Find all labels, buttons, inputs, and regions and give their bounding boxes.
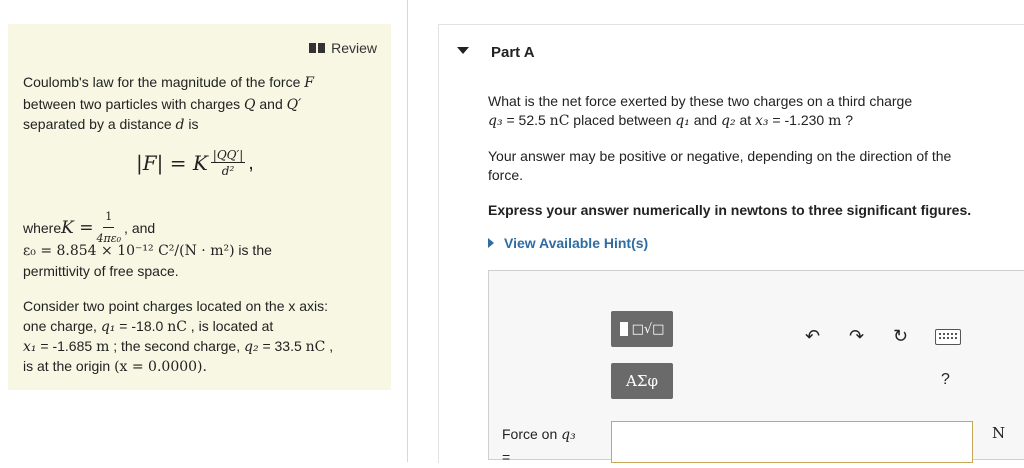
epsilon-line: ε₀ = 8.854 × 10⁻¹² C²/(N · m²) is the [23,240,272,261]
consider-line-2: one charge, q₁ = -18.0 nC , is located a… [23,316,273,337]
review-panel: Review Coulomb's law for the magnitude o… [8,24,391,390]
unit-nc: nC [549,113,570,129]
q1-symbol: q₁ [675,113,690,129]
redo-icon[interactable]: ↷ [849,326,864,347]
unit-nc: nC [167,319,187,335]
help-icon[interactable]: ? [941,371,950,389]
consider-text: , is located at [186,318,274,334]
distance-symbol: d [175,117,185,133]
consider-line-3: x₁ = -1.685 m ; the second charge, q₂ = … [23,336,333,357]
question-text: = -1.230 [768,112,829,128]
question-panel: Part A What is the net force exerted by … [438,24,1024,465]
k-numerator: 1 [103,207,115,228]
intro-text: and [255,96,287,112]
intro-line-3: separated by a distance d is [23,114,199,135]
book-icon [309,43,326,53]
formula-numerator: |QQ′| [210,148,246,163]
template-block-icon [619,322,628,336]
note-line-1: Your answer may be positive or negative,… [488,148,952,164]
coulomb-formula: |F| = K |QQ′| d² , [136,148,254,178]
templates-button[interactable]: □√□ [611,311,673,347]
consider-line-4: is at the origin (x = 0.0000). [23,356,207,377]
collapse-triangle-icon[interactable] [457,47,469,54]
q2-symbol: q₂ [720,113,736,129]
unit-m: m [96,339,110,355]
unit-label: N [992,424,1006,442]
keyboard-icon[interactable] [935,329,961,345]
view-hints-label: View Available Hint(s) [504,235,649,251]
charge-q-prime-symbol: Q′ [286,97,302,113]
unit-m: m [828,113,842,129]
intro-line-2: between two particles with charges Q and… [23,94,301,115]
question-text: placed between [569,112,676,128]
charge-q-symbol: Q [244,97,256,113]
answer-box: □√□ ΑΣφ ↶ ↷ ↻ ? Force on q₃ = N [488,270,1024,465]
question-text: at [735,112,756,128]
part-header[interactable]: Part A [439,25,1024,79]
question-line-1: What is the net force exerted by these t… [488,93,913,109]
view-hints-link[interactable]: View Available Hint(s) [488,235,648,251]
reset-icon[interactable]: ↻ [893,326,908,347]
k-symbol: K = [61,218,94,238]
intro-line-1: Coulomb's law for the magnitude of the f… [23,72,314,93]
note-line-2: force. [488,167,524,183]
q3-symbol: q₃ [561,427,576,443]
consider-text: one charge, [23,318,101,334]
x3-symbol: x₃ [755,113,769,129]
intro-text: separated by a distance [23,116,176,132]
force-symbol: F [304,75,314,91]
formula-lhs: |F| = K [136,151,208,175]
formula-fraction: |QQ′| d² [210,148,246,178]
formula-denominator: d² [221,164,235,178]
consider-text: is at the origin [23,358,115,374]
question-text: = 52.5 [502,112,550,128]
consider-text: = -18.0 [115,318,168,334]
q1-symbol: q₁ [100,319,116,335]
permittivity-text: permittivity of free space. [23,263,179,279]
consider-text: = 33.5 [258,338,306,354]
intro-text: between two particles with charges [23,96,244,112]
templates-icon: □√□ [631,321,665,337]
intro-text: is [184,116,199,132]
review-link[interactable]: Review [309,40,377,56]
q3-symbol: q₃ [488,113,503,129]
consider-text: ; the second charge, [109,338,244,354]
epsilon-text: is the [234,242,272,258]
formula-tail: , [248,151,254,174]
unit-nc: nC [305,339,326,355]
panel-divider [407,0,408,462]
consider-text: = -1.685 [36,338,97,354]
caret-right-icon [488,238,494,248]
epsilon-formula: ε₀ = 8.854 × 10⁻¹² C²/(N · m²) [23,243,235,259]
question-text: ? [841,112,854,128]
consider-text: , [325,338,334,354]
answer-label: Force on q₃ = [502,423,576,468]
answer-label-text: Force on [502,426,562,442]
consider-line-1: Consider two point charges located on th… [23,298,329,314]
intro-text: Coulomb's law for the magnitude of the f… [23,74,305,90]
where-text: , and [124,220,156,236]
origin-formula: (x = 0.0000). [114,359,207,375]
answer-input[interactable] [611,421,973,463]
undo-icon[interactable]: ↶ [805,326,820,347]
instruction-text: Express your answer numerically in newto… [488,202,972,218]
q2-symbol: q₂ [243,339,259,355]
equals-sign: = [502,449,511,465]
part-title: Part A [491,44,535,61]
question-line-2: q₃ = 52.5 nC placed between q₁ and q₂ at… [488,111,853,131]
review-label: Review [331,40,377,56]
question-text: and [689,112,721,128]
x1-symbol: x₁ [23,339,37,355]
symbols-button[interactable]: ΑΣφ [611,363,673,399]
where-text: where [23,220,62,236]
